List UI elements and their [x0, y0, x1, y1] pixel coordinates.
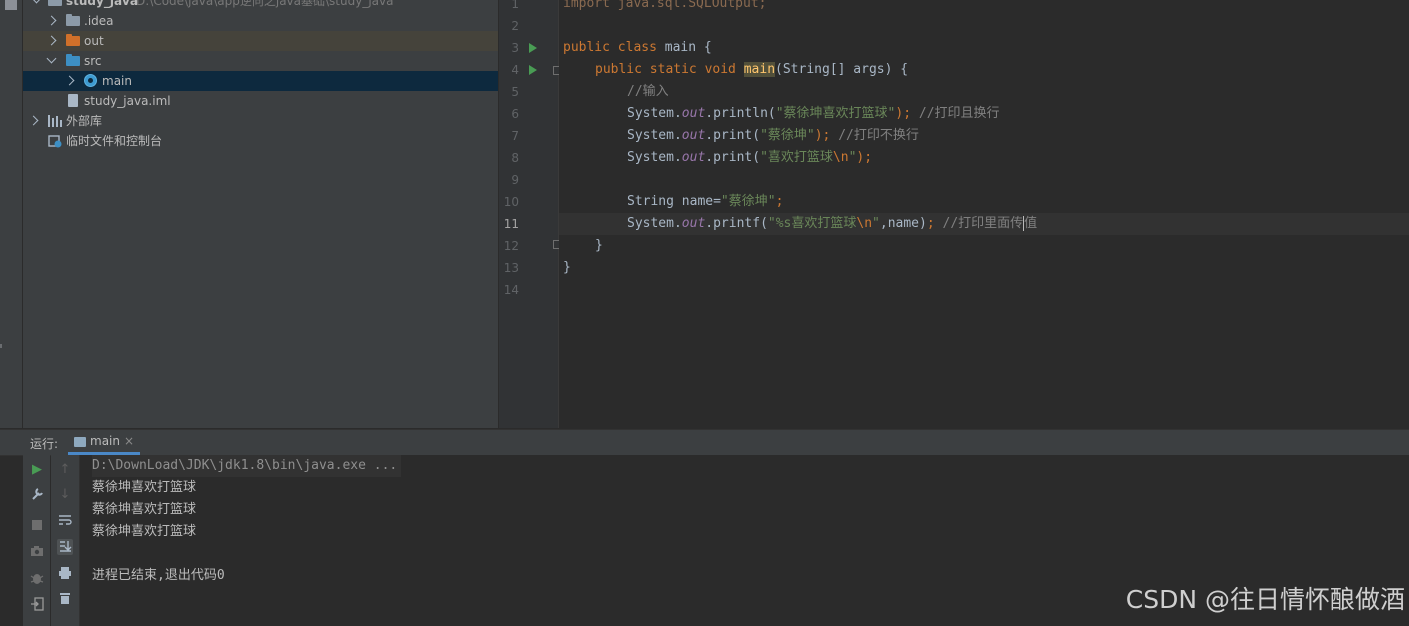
trash-icon[interactable] — [57, 591, 73, 607]
tree-item-label: 外部库 — [66, 114, 103, 128]
camera-icon[interactable] — [29, 545, 45, 561]
run-class-icon[interactable] — [529, 43, 537, 53]
console-output-line: 蔡徐坤喜欢打篮球 — [92, 502, 197, 517]
library-icon — [48, 115, 62, 127]
code-line-10: String name="蔡徐坤"; — [627, 194, 784, 209]
tree-item-iml[interactable]: study_java.iml — [23, 91, 498, 111]
chevron-right-icon[interactable] — [28, 115, 39, 126]
tree-root-path: D:\Code\java\app逆向之java基础\study_java — [136, 0, 394, 8]
line-number: 6 — [511, 107, 519, 121]
class-icon — [84, 74, 97, 87]
tree-item-external-libraries[interactable]: 外部库 — [23, 111, 498, 131]
line-number: 14 — [503, 283, 519, 297]
soft-wrap-icon[interactable] — [57, 514, 73, 530]
console-command-line: D:\DownLoad\JDK\jdk1.8\bin\java.exe ... — [92, 455, 402, 477]
chevron-right-icon[interactable] — [46, 35, 57, 46]
tree-root-row[interactable]: study_java D:\Code\java\app逆向之java基础\stu… — [23, 0, 498, 11]
code-line-12: } — [595, 238, 603, 253]
tree-item-src[interactable]: src — [23, 51, 498, 71]
line-number: 12 — [503, 239, 519, 253]
console-exit-line: 进程已结束,退出代码0 — [92, 568, 225, 583]
console-output-line: 蔡徐坤喜欢打篮球 — [92, 524, 197, 539]
strip-marker — [0, 344, 2, 348]
exit-icon[interactable] — [29, 597, 45, 613]
code-line-5: //输入 — [627, 84, 669, 99]
console-output-line: 蔡徐坤喜欢打篮球 — [92, 480, 197, 495]
line-number: 1 — [511, 0, 519, 11]
line-number: 4 — [511, 63, 519, 77]
module-folder-icon — [48, 0, 62, 6]
code-line-4: public static void main(String[] args) { — [595, 62, 909, 77]
code-line-11: System.out.printf("%s喜欢打篮球\n",name); //打… — [627, 216, 1038, 231]
watermark: CSDN @往日情怀酿做酒 — [1125, 585, 1405, 614]
line-number: 13 — [503, 261, 519, 275]
debug-icon[interactable] — [29, 571, 45, 587]
line-number: 2 — [511, 19, 519, 33]
tree-item-label: study_java.iml — [84, 94, 171, 108]
run-toolbar-primary: ▶ — [23, 455, 50, 626]
chevron-right-icon[interactable] — [64, 75, 75, 86]
line-number: 7 — [511, 129, 519, 143]
excluded-folder-icon — [66, 34, 80, 46]
tree-item-label: out — [84, 34, 104, 48]
left-tool-strip — [0, 0, 23, 428]
stop-icon[interactable] — [29, 519, 45, 535]
line-number: 10 — [503, 195, 519, 209]
run-tab-main[interactable]: main × — [68, 430, 141, 455]
folder-icon — [66, 14, 80, 26]
tree-item-scratches[interactable]: 临时文件和控制台 — [23, 131, 498, 151]
tree-root-name: study_java — [66, 0, 138, 8]
file-icon — [68, 94, 78, 107]
code-line-13: } — [563, 260, 571, 275]
run-panel-header: 运行: main × — [0, 429, 1409, 456]
code-editor[interactable]: import java.sql.SQLOutput; public class … — [559, 0, 1409, 428]
line-number-current: 11 — [503, 217, 519, 231]
wrench-icon[interactable] — [29, 487, 45, 503]
editor-gutter: 1 2 3 4 5 6 7 8 9 10 11 12 13 14 — [499, 0, 562, 428]
chevron-down-icon[interactable] — [31, 0, 42, 4]
run-toolbar-secondary: ↑ ↓ — [51, 455, 80, 626]
line-number: 9 — [511, 173, 519, 187]
rerun-icon[interactable]: ▶ — [29, 462, 45, 478]
code-line-7: System.out.print("蔡徐坤"); //打印不换行 — [627, 128, 919, 143]
run-config-icon — [74, 436, 86, 447]
chevron-right-icon[interactable] — [46, 15, 57, 26]
project-tool-icon[interactable] — [5, 0, 17, 10]
close-icon[interactable]: × — [124, 434, 134, 448]
run-panel-title: 运行: — [30, 437, 59, 451]
arrow-down-icon[interactable]: ↓ — [57, 487, 73, 503]
print-icon[interactable] — [57, 566, 73, 582]
line-number: 5 — [511, 85, 519, 99]
code-line-1: import java.sql.SQLOutput; — [563, 0, 767, 11]
tree-item-idea[interactable]: .idea — [23, 11, 498, 31]
scroll-to-end-icon[interactable] — [57, 539, 73, 555]
project-tree-panel: study_java D:\Code\java\app逆向之java基础\stu… — [23, 0, 498, 428]
run-method-icon[interactable] — [529, 65, 537, 75]
line-number: 8 — [511, 151, 519, 165]
code-line-3: public class main { — [563, 40, 712, 55]
source-folder-icon — [66, 54, 80, 66]
tree-item-label: 临时文件和控制台 — [66, 134, 163, 148]
tree-item-label: main — [102, 74, 132, 88]
chevron-down-icon[interactable] — [46, 53, 57, 64]
tree-item-label: src — [84, 54, 102, 68]
line-number: 3 — [511, 41, 519, 55]
tree-item-main[interactable]: main — [23, 71, 498, 91]
run-tab-label: main — [90, 434, 120, 448]
tree-item-label: .idea — [84, 14, 114, 28]
scratch-icon — [48, 134, 62, 148]
tree-item-out[interactable]: out — [23, 31, 498, 51]
code-line-8: System.out.print("喜欢打篮球\n"); — [627, 150, 873, 165]
code-line-6: System.out.println("蔡徐坤喜欢打篮球"); //打印且换行 — [627, 106, 1000, 121]
arrow-up-icon[interactable]: ↑ — [57, 462, 73, 478]
